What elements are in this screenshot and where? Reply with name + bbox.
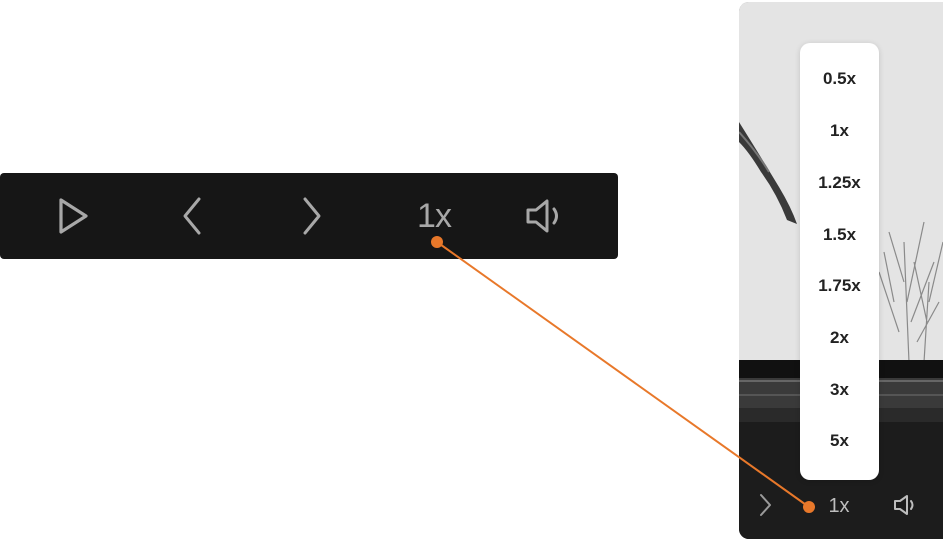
speed-option[interactable]: 1.25x <box>800 163 879 203</box>
player-control-bar: 1x <box>0 173 618 259</box>
speed-option[interactable]: 1x <box>800 111 879 151</box>
playback-speed-button[interactable]: 1x <box>402 173 466 259</box>
speed-option[interactable]: 0.5x <box>800 59 879 99</box>
play-button[interactable] <box>48 173 96 259</box>
chevron-right-icon <box>760 494 771 516</box>
volume-icon <box>894 495 914 515</box>
volume-button[interactable] <box>522 173 568 259</box>
speed-option[interactable]: 1.75x <box>800 266 879 306</box>
next-button[interactable] <box>292 173 332 259</box>
preview-volume-button[interactable] <box>893 494 919 521</box>
previous-button[interactable] <box>172 173 212 259</box>
preview-next-button[interactable] <box>757 492 773 523</box>
speed-menu: 0.5x 1x 1.25x 1.5x 1.75x 2x 3x 5x <box>800 43 879 480</box>
chevron-left-icon <box>183 197 201 235</box>
chevron-right-icon <box>303 197 321 235</box>
play-icon <box>59 198 88 234</box>
volume-icon <box>526 199 558 233</box>
speed-option[interactable]: 1.5x <box>800 215 879 255</box>
speed-option[interactable]: 3x <box>800 370 879 410</box>
speed-option[interactable]: 5x <box>800 421 879 461</box>
speed-option[interactable]: 2x <box>800 318 879 358</box>
preview-playback-speed-button[interactable]: 1x <box>821 492 857 520</box>
